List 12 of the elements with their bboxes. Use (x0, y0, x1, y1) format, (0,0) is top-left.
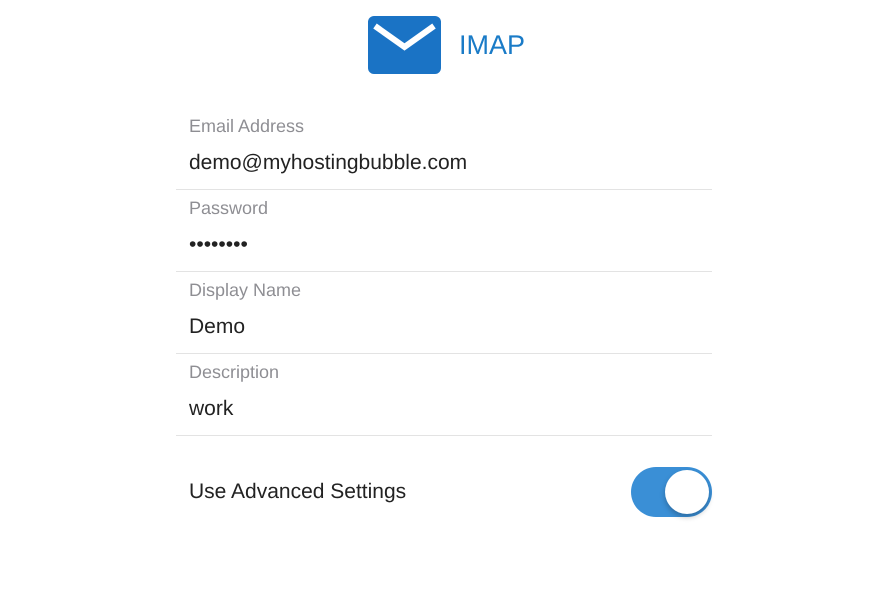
field-label: Description (189, 362, 280, 383)
toggle-switch[interactable] (631, 467, 712, 517)
setting-label: Use Advanced Settings (189, 480, 406, 504)
field-value[interactable]: •••••••• (189, 233, 699, 257)
field-value[interactable]: Demo (189, 315, 699, 339)
envelope-icon (368, 16, 441, 74)
field-label: Password (189, 198, 270, 219)
account-type-title: IMAP (458, 30, 525, 60)
field-label: Display Name (189, 280, 302, 301)
field-value[interactable]: work (189, 397, 699, 421)
field-value[interactable]: demo@myhostingbubble.com (189, 151, 699, 175)
field-label: Email Address (189, 116, 306, 137)
